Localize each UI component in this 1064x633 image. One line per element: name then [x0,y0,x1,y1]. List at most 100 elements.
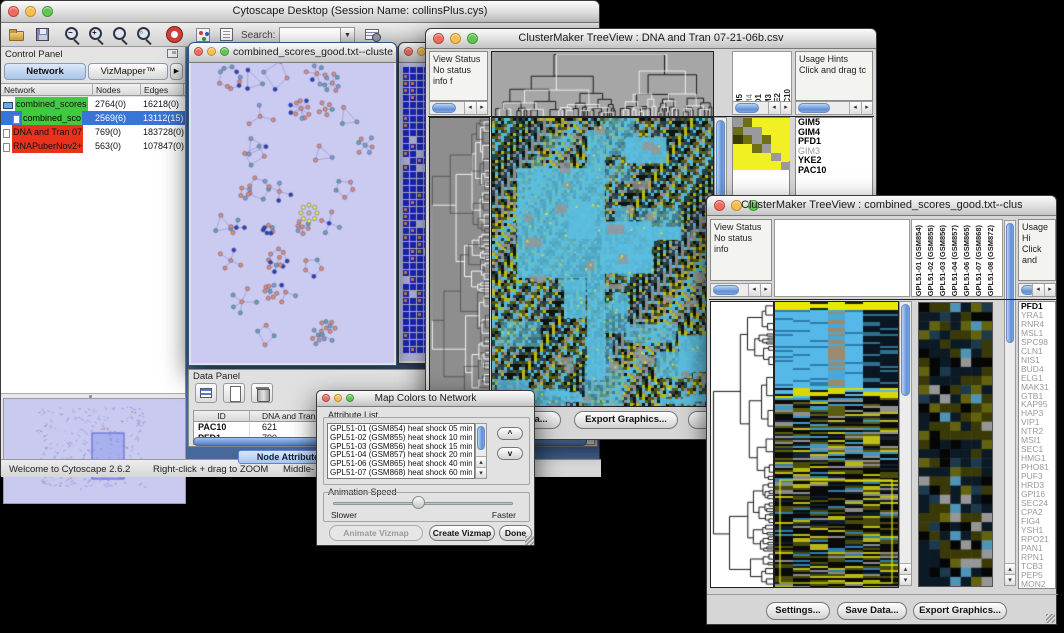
zoom-panel-hscrollbar[interactable]: ◂▸ [732,101,792,115]
scroll-left-arrow[interactable]: ◂ [1032,284,1043,296]
attribute-list-item[interactable]: GPL51-04 (GSM857) heat shock 20 min [330,451,472,460]
scrollbar-thumb[interactable] [1006,223,1014,343]
cluster-matrix-cell[interactable] [733,118,743,127]
birds-eye-overview[interactable] [3,398,186,504]
zoom-panel-vscrollbar[interactable]: ▴▾ [1004,220,1016,586]
create-vizmap-button[interactable]: Create Vizmap [429,525,495,541]
cluster-matrix-cell[interactable] [781,118,791,127]
scroll-left-arrow[interactable]: ◂ [464,102,475,114]
cluster-matrix-cell[interactable] [733,127,743,136]
column-edges[interactable]: Edges [141,84,184,96]
scroll-right-arrow[interactable]: ▸ [1044,284,1055,296]
open-session-icon[interactable] [7,26,27,44]
global-heatmap[interactable] [491,117,714,407]
cluster-matrix-cell[interactable] [762,144,772,153]
scrollbar-thumb[interactable] [716,120,725,200]
scroll-up-arrow[interactable]: ▴ [476,456,486,467]
cluster-matrix-cell[interactable] [733,144,743,153]
animation-speed-slider-thumb[interactable] [412,496,425,509]
cluster-matrix-cell[interactable] [743,127,753,136]
column-id[interactable]: ID [194,411,250,422]
minimize-button[interactable] [207,47,216,56]
move-up-button[interactable]: ^ [497,427,523,440]
animate-vizmap-button[interactable]: Animate Vizmap [329,525,423,541]
view-status-hscrollbar[interactable]: ◂▸ [710,283,772,297]
array-label[interactable]: GPL51-08 (GSM872) [986,225,995,296]
attribute-list[interactable]: GPL51-01 (GSM854) heat shock 05 minGPL51… [327,423,475,479]
new-attribute-icon[interactable] [223,383,245,403]
scroll-up-arrow[interactable]: ▴ [900,563,911,574]
scroll-left-arrow[interactable]: ◂ [768,102,779,114]
settings-button[interactable]: Settings... [766,602,830,620]
cluster-matrix-cell[interactable] [752,162,762,171]
zoom-in-icon[interactable]: + [87,26,107,44]
cluster-matrix-cell[interactable] [762,135,772,144]
attribute-list-item[interactable]: GPL51-03 (GSM856) heat shock 15 min [330,443,472,452]
cluster-matrix-cell[interactable] [771,135,781,144]
network-list-row[interactable]: combined_scores2764(0)16218(0) [1,97,185,111]
close-button[interactable] [404,47,413,56]
treeview-dna-title-bar[interactable]: ClusterMaker TreeView : DNA and Tran 07-… [426,29,876,49]
cluster-matrix-cell[interactable] [781,162,791,171]
minimize-button[interactable] [25,6,36,17]
cluster-matrix-cell[interactable] [752,153,762,162]
close-button[interactable] [8,6,19,17]
cluster-matrix-cell[interactable] [771,153,781,162]
gene-label[interactable]: MON2 [1021,580,1055,589]
scroll-left-arrow[interactable]: ◂ [748,284,759,296]
scrollbar-thumb[interactable] [901,304,910,396]
cluster-matrix-cell[interactable] [762,118,772,127]
cluster-matrix-cell[interactable] [752,127,762,136]
cluster-matrix-cell[interactable] [781,144,791,153]
cluster-matrix-cell[interactable] [743,153,753,162]
attribute-list-vscrollbar[interactable]: ▴▾ [475,423,487,479]
cluster-matrix-cell[interactable] [743,135,753,144]
cluster-matrix-cell[interactable] [762,162,772,171]
array-label[interactable]: GPL51-06 (GSM865) [962,225,971,296]
float-panel-icon[interactable] [167,49,178,58]
scroll-right-arrow[interactable]: ▸ [861,102,872,114]
scrollbar-thumb[interactable] [432,103,456,113]
cluster-matrix-cell[interactable] [762,153,772,162]
cluster-matrix-cell[interactable] [743,162,753,171]
cluster-matrix-cell[interactable] [781,135,791,144]
row-dendrogram[interactable] [429,117,490,407]
attribute-list-item[interactable]: GPL51-07 (GSM868) heat shock 60 min [330,469,472,478]
scrollbar-thumb[interactable] [477,426,485,450]
main-title-bar[interactable]: Cytoscape Desktop (Session Name: collins… [1,1,599,23]
cluster-matrix-cell[interactable] [771,118,781,127]
network-view[interactable] [191,63,394,363]
array-label[interactable]: GPL51-02 (GSM855) [926,225,935,296]
gene-label[interactable]: PAC10 [798,166,872,176]
cluster-matrix-cell[interactable] [752,135,762,144]
cluster-matrix-cell[interactable] [781,127,791,136]
cluster-matrix-cell[interactable] [733,162,743,171]
attribute-list-item[interactable]: GPL51-02 (GSM855) heat shock 10 min [330,434,472,443]
cluster-zoom-heatmap[interactable] [918,302,993,587]
scroll-right-arrow[interactable]: ▸ [780,102,791,114]
cluster-matrix-cell[interactable] [762,127,772,136]
zoom-actual-icon[interactable] [111,26,131,44]
treeview-combined-title-bar[interactable]: ClusterMaker TreeView : combined_scores_… [707,196,1056,216]
cluster-matrix-cell[interactable] [733,135,743,144]
search-input[interactable] [279,27,341,43]
cluster-matrix-cell[interactable] [781,153,791,162]
network-list-row[interactable]: DNA and Tran 07769(0)183728(0) [1,125,185,139]
close-button[interactable] [322,394,330,402]
array-label[interactable]: GPL51-07 (GSM868) [974,225,983,296]
view-status-hscrollbar[interactable]: ◂▸ [429,101,488,115]
array-label[interactable]: GPL51-01 (GSM854) [914,225,923,296]
column-nodes[interactable]: Nodes [93,84,141,96]
tab-vizmapper[interactable]: VizMapper™ [88,63,168,80]
zoom-button[interactable] [220,47,229,56]
tab-network[interactable]: Network [4,63,86,80]
resize-grip[interactable] [525,536,534,545]
cluster-matrix-cell[interactable] [771,127,781,136]
cluster-matrix-cell[interactable] [771,144,781,153]
array-label[interactable]: GPL51-03 (GSM856) [938,225,947,296]
scrollbar-thumb[interactable] [798,103,830,113]
attribute-list-item[interactable]: GPL51-06 (GSM865) heat shock 40 min [330,460,472,469]
cluster-matrix-cell[interactable] [771,162,781,171]
network-window-title-bar[interactable]: combined_scores_good.txt--cluste... [189,43,396,63]
cluster-matrix-cell[interactable] [752,144,762,153]
